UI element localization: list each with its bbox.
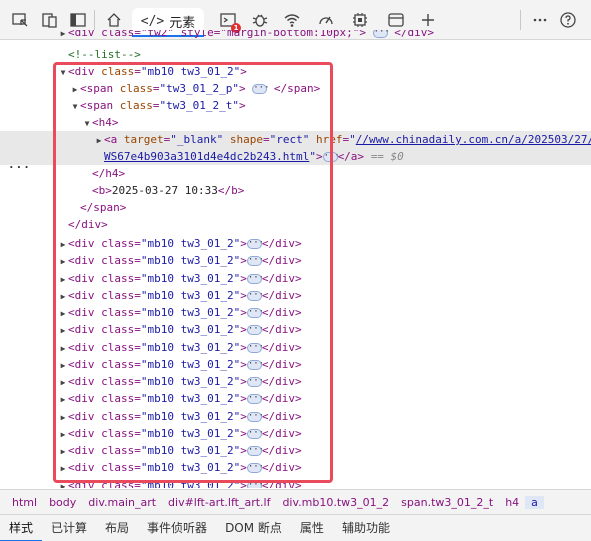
- ellipsis-badge[interactable]: ···: [246, 394, 264, 405]
- expand-arrow-icon[interactable]: ▶: [58, 253, 68, 270]
- tab-properties[interactable]: 属性: [291, 515, 333, 541]
- expand-arrow-icon[interactable]: ▶: [58, 426, 68, 443]
- styles-tab-bar: 样式 已计算 布局 事件侦听器 DOM 断点 属性 辅助功能: [0, 514, 591, 541]
- dom-node-span-t[interactable]: ▼ <span class="tw3_01_2_t">: [0, 97, 591, 114]
- dom-node-div-collapsed[interactable]: ▶ <div class="mb10 tw3_01_2">···</div>: [0, 477, 591, 489]
- dom-node-div-collapsed[interactable]: ▶ <div class="mb10 tw3_01_2">···</div>: [0, 339, 591, 356]
- expand-arrow-icon[interactable]: ▶: [58, 288, 68, 305]
- collapse-arrow-icon[interactable]: ▼: [58, 64, 68, 81]
- expand-arrow-icon[interactable]: ▶: [58, 305, 68, 322]
- expand-arrow-icon[interactable]: ▶: [58, 322, 68, 339]
- dom-node-div-collapsed[interactable]: ▶ <div class="mb10 tw3_01_2">···</div>: [0, 390, 591, 407]
- expand-arrow-icon[interactable]: ▶: [58, 340, 68, 357]
- dom-node-div-collapsed[interactable]: ▶ <div class="mb10 tw3_01_2">···</div>: [0, 425, 591, 442]
- expand-arrow-icon[interactable]: ▶: [58, 409, 68, 426]
- collapse-arrow-icon[interactable]: ▼: [70, 98, 80, 115]
- dom-node-h4-close[interactable]: </h4>: [0, 165, 591, 182]
- selected-node-marker: == $0: [370, 150, 404, 163]
- dom-node-div-collapsed[interactable]: ▶ <div class="mb10 tw3_01_2">···</div>: [0, 252, 591, 269]
- breadcrumb-span-t[interactable]: span.tw3_01_2_t: [395, 496, 499, 509]
- expand-arrow-icon[interactable]: ▶: [58, 460, 68, 477]
- tab-accessibility[interactable]: 辅助功能: [333, 515, 399, 541]
- tab-computed[interactable]: 已计算: [42, 515, 96, 541]
- breadcrumb: html body div.main_art div#lft-art.lft_a…: [0, 489, 591, 514]
- dom-node-div-collapsed[interactable]: ▶ <div class="mb10 tw3_01_2">···</div>: [0, 321, 591, 338]
- tab-dom-breakpoints[interactable]: DOM 断点: [216, 515, 291, 541]
- dom-node-partial[interactable]: ▶ <div class="tw2" style="margin-bottom:1…: [0, 30, 591, 41]
- ellipsis-badge[interactable]: ···: [246, 239, 264, 249]
- ellipsis-badge[interactable]: ···: [246, 480, 264, 488]
- ellipsis-badge[interactable]: ···: [246, 463, 264, 474]
- href-link-cont[interactable]: WS67e4b903a3101d4e4dc2b243.html: [104, 150, 309, 163]
- expand-arrow-icon[interactable]: ▶: [58, 443, 68, 460]
- expand-arrow-icon[interactable]: ▶: [58, 30, 68, 42]
- dom-node-div-collapsed[interactable]: ▶ <div class="mb10 tw3_01_2">···</div>: [0, 356, 591, 373]
- dom-node-div-expanded[interactable]: ▼ <div class="mb10 tw3_01_2">: [0, 63, 591, 80]
- expand-arrow-icon[interactable]: ▶: [58, 391, 68, 408]
- expand-arrow-icon[interactable]: ▶: [94, 132, 104, 149]
- expand-arrow-icon[interactable]: ▶: [58, 478, 68, 489]
- dom-node-span-close[interactable]: </span>: [0, 199, 591, 216]
- expand-arrow-icon[interactable]: ▶: [58, 236, 68, 253]
- dom-node-div-collapsed[interactable]: ▶ <div class="mb10 tw3_01_2">···</div>: [0, 304, 591, 321]
- ellipsis-badge[interactable]: ···: [246, 308, 264, 318]
- expand-arrow-icon[interactable]: ▶: [58, 374, 68, 391]
- dom-node-div-collapsed[interactable]: ▶ <div class="mb10 tw3_01_2">···</div>: [0, 270, 591, 287]
- ellipsis-badge[interactable]: ···: [246, 325, 264, 336]
- breadcrumb-h4[interactable]: h4: [499, 496, 525, 509]
- breadcrumb-body[interactable]: body: [43, 496, 82, 509]
- ellipsis-badge[interactable]: ···: [246, 428, 264, 439]
- breadcrumb-div-mb10[interactable]: div.mb10.tw3_01_2: [276, 496, 395, 509]
- ellipsis-badge[interactable]: ···: [246, 446, 264, 456]
- dom-node-div-collapsed[interactable]: ▶ <div class="mb10 tw3_01_2">···</div>: [0, 442, 591, 459]
- ellipsis-badge[interactable]: ···: [246, 256, 264, 267]
- expand-arrow-icon[interactable]: ▶: [58, 357, 68, 374]
- dom-node-div-collapsed[interactable]: ▶ <div class="mb10 tw3_01_2">···</div>: [0, 408, 591, 425]
- ellipsis-badge[interactable]: ···: [246, 411, 264, 422]
- ellipsis-badge[interactable]: ···: [252, 84, 270, 94]
- dom-node-h4[interactable]: ▼ <h4>: [0, 114, 591, 131]
- breadcrumb-html[interactable]: html: [6, 496, 43, 509]
- dom-node-div-close[interactable]: </div>: [0, 216, 591, 233]
- ellipsis-badge[interactable]: ···: [246, 377, 264, 387]
- breadcrumb-a[interactable]: a: [525, 495, 544, 509]
- dom-node-div-collapsed[interactable]: ▶ <div class="mb10 tw3_01_2">···</div>: [0, 373, 591, 390]
- dom-comment[interactable]: <!--list-->: [0, 46, 591, 63]
- collapse-arrow-icon[interactable]: ▼: [82, 115, 92, 132]
- dom-node-div-collapsed[interactable]: ▶ <div class="mb10 tw3_01_2">···</div>: [0, 459, 591, 476]
- code-brackets-icon: </>: [140, 14, 165, 29]
- ellipsis-badge[interactable]: ···: [372, 30, 390, 38]
- ellipsis-badge[interactable]: ···: [322, 152, 340, 162]
- ellipsis-badge[interactable]: ···: [246, 290, 264, 301]
- dom-node-a-selected[interactable]: ▶ <a target="_blank" shape="rect" href="/…: [0, 131, 591, 148]
- tab-elements-label: 元素: [169, 16, 196, 31]
- breadcrumb-div-main-art[interactable]: div.main_art: [82, 496, 162, 509]
- ellipsis-badge[interactable]: ···: [246, 273, 264, 284]
- dom-node-span-p[interactable]: ▶ <span class="tw3_01_2_p"> ··· </span>: [0, 80, 591, 97]
- dom-node-div-collapsed[interactable]: ▶ <div class="mb10 tw3_01_2">···</div>: [0, 287, 591, 304]
- breadcrumb-div-lft-art[interactable]: div#lft-art.lft_art.lf: [162, 496, 276, 509]
- href-link[interactable]: //www.chinadaily.com.cn/a/202503/27/: [356, 133, 591, 146]
- dom-node-a-selected-cont[interactable]: WS67e4b903a3101d4e4dc2b243.html">···</a>…: [0, 148, 591, 165]
- expand-arrow-icon[interactable]: ▶: [58, 271, 68, 288]
- ellipsis-badge[interactable]: ···: [246, 359, 264, 370]
- expand-arrow-icon[interactable]: ▶: [70, 81, 80, 98]
- dom-node-b[interactable]: <b>2025-03-27 10:33</b>: [0, 182, 591, 199]
- dom-node-div-collapsed[interactable]: ▶ <div class="mb10 tw3_01_2">···</div>: [0, 235, 591, 252]
- tab-layout[interactable]: 布局: [96, 515, 138, 541]
- ellipsis-badge[interactable]: ···: [246, 342, 264, 353]
- tab-styles[interactable]: 样式: [0, 515, 43, 541]
- tab-event-listeners[interactable]: 事件侦听器: [138, 515, 216, 541]
- dom-tree-panel: ▶ <div class="tw2" style="margin-bottom:1…: [0, 30, 591, 488]
